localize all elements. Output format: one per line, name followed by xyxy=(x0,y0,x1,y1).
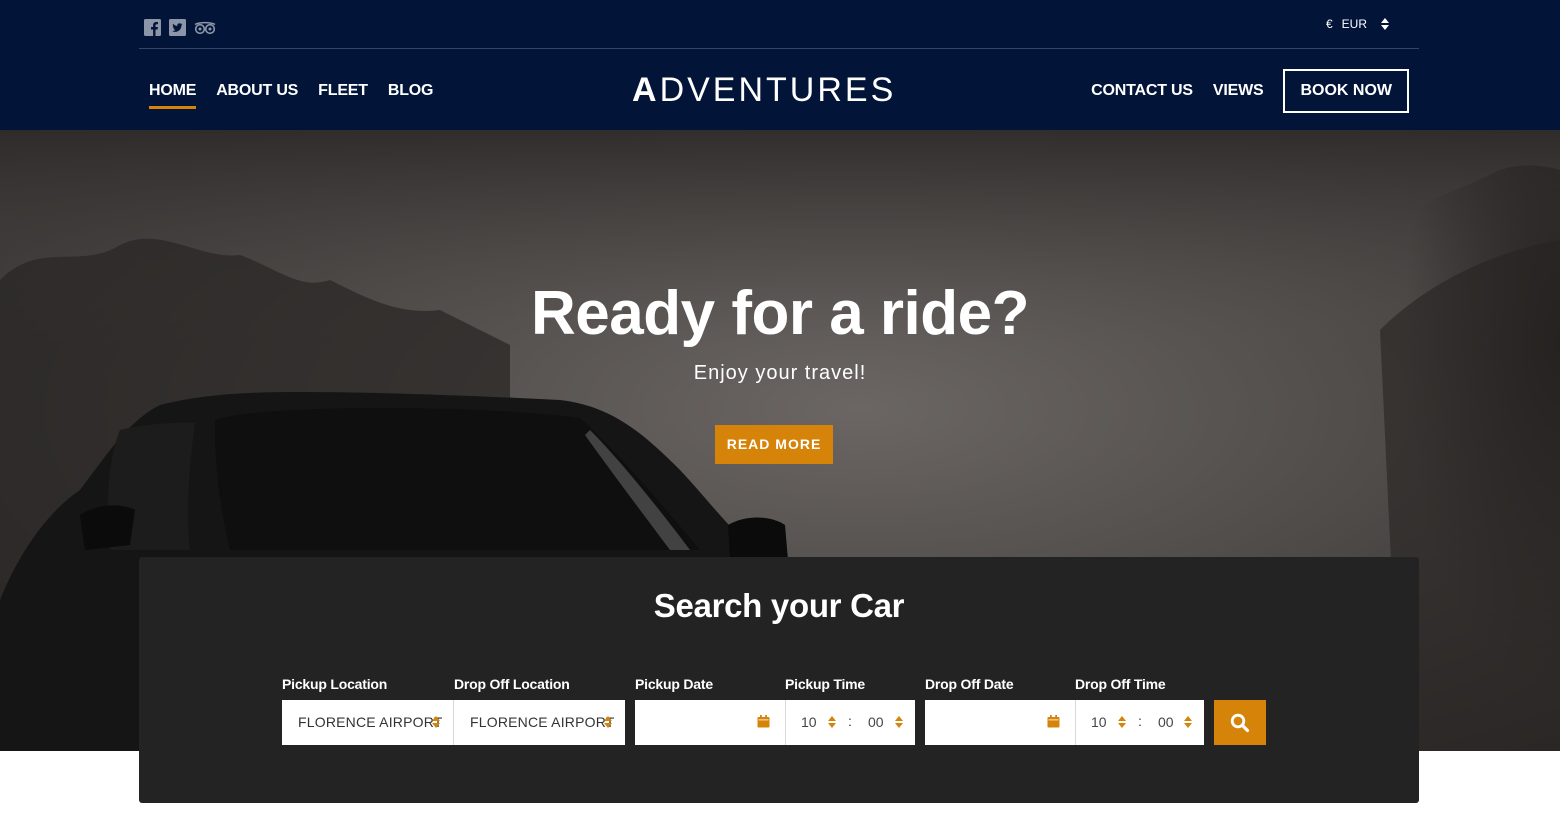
pickup-datetime-group: 10 : 00 xyxy=(635,700,915,745)
hour-arrows-icon[interactable] xyxy=(828,716,836,728)
pickup-hour: 10 xyxy=(801,714,817,730)
search-button[interactable] xyxy=(1214,700,1266,745)
dropoff-minute: 00 xyxy=(1158,714,1174,730)
book-now-button[interactable]: BOOK NOW xyxy=(1283,69,1409,113)
select-arrows-icon xyxy=(432,716,440,728)
dropoff-location-select[interactable]: FLORENCE AIRPORT xyxy=(454,700,625,745)
nav-about-us[interactable]: ABOUT US xyxy=(216,81,298,109)
main-nav-right: CONTACT US VIEWS BOOK NOW xyxy=(1091,69,1409,113)
search-panel: Search your Car Pickup Location Drop Off… xyxy=(139,557,1419,803)
site-logo[interactable]: ADVENTURES xyxy=(632,71,896,110)
hero-title: Ready for a ride? xyxy=(531,279,1029,348)
nav-contact-us[interactable]: CONTACT US xyxy=(1091,81,1193,101)
minute-arrows-icon[interactable] xyxy=(1184,716,1192,728)
pickup-minute: 00 xyxy=(868,714,884,730)
pickup-time-select[interactable]: 10 : 00 xyxy=(786,700,915,745)
dropoff-time-label: Drop Off Time xyxy=(1075,676,1166,692)
location-selects: FLORENCE AIRPORT FLORENCE AIRPORT xyxy=(282,700,625,745)
read-more-button[interactable]: READ MORE xyxy=(715,425,833,464)
calendar-icon xyxy=(757,715,770,728)
dropoff-location-label: Drop Off Location xyxy=(454,676,570,692)
pickup-time-label: Pickup Time xyxy=(785,676,866,692)
site-header: € EUR HOME ABOUT US FLEET BLOG ADVENTURE… xyxy=(0,0,1560,130)
pickup-date-input[interactable] xyxy=(635,700,785,745)
dropoff-date-label: Drop Off Date xyxy=(925,676,1014,692)
currency-symbol: € xyxy=(1325,17,1333,31)
search-icon xyxy=(1230,713,1250,733)
dropoff-datetime-group: 10 : 00 xyxy=(925,700,1204,745)
pickup-location-label: Pickup Location xyxy=(282,676,388,692)
logo-first-letter: A xyxy=(632,71,660,109)
pickup-date-label: Pickup Date xyxy=(635,676,713,692)
minute-arrows-icon[interactable] xyxy=(895,716,903,728)
nav-fleet[interactable]: FLEET xyxy=(318,81,368,109)
nav-home[interactable]: HOME xyxy=(149,81,196,109)
select-arrows-icon xyxy=(604,716,612,728)
tripadvisor-icon[interactable] xyxy=(194,19,216,36)
currency-selector[interactable]: € EUR xyxy=(1326,17,1389,31)
pickup-location-value: FLORENCE AIRPORT xyxy=(298,714,443,730)
pickup-location-select[interactable]: FLORENCE AIRPORT xyxy=(282,700,453,745)
search-title: Search your Car xyxy=(653,587,905,624)
time-colon: : xyxy=(848,713,852,729)
twitter-icon[interactable] xyxy=(169,19,186,36)
logo-rest: DVENTURES xyxy=(659,71,897,109)
hour-arrows-icon[interactable] xyxy=(1118,716,1126,728)
main-nav-left: HOME ABOUT US FLEET BLOG xyxy=(149,81,433,109)
dropoff-hour: 10 xyxy=(1091,714,1107,730)
facebook-icon[interactable] xyxy=(144,19,161,36)
dropoff-date-input[interactable] xyxy=(925,700,1075,745)
dropoff-time-select[interactable]: 10 : 00 xyxy=(1076,700,1204,745)
calendar-icon xyxy=(1047,715,1060,728)
nav-blog[interactable]: BLOG xyxy=(388,81,434,109)
hero-subtitle: Enjoy your travel! xyxy=(693,362,867,384)
dropoff-location-value: FLORENCE AIRPORT xyxy=(470,714,615,730)
social-links xyxy=(144,19,216,36)
currency-select-arrows-icon xyxy=(1381,18,1389,30)
time-colon: : xyxy=(1138,713,1142,729)
nav-views[interactable]: VIEWS xyxy=(1213,81,1264,101)
top-bar: € EUR xyxy=(139,0,1419,49)
currency-code: EUR xyxy=(1341,17,1367,31)
